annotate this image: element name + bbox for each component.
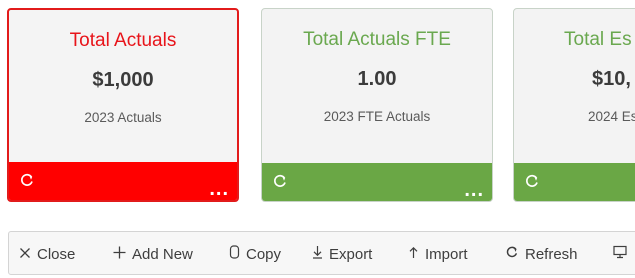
copy-label: Copy bbox=[246, 245, 282, 263]
more-options-button[interactable]: ... bbox=[209, 179, 229, 199]
card-subtitle: 2024 Est bbox=[588, 109, 635, 124]
refresh-icon[interactable] bbox=[272, 173, 288, 189]
plus-icon bbox=[113, 246, 132, 263]
close-button[interactable]: Close bbox=[19, 232, 75, 276]
card-footer: ... bbox=[9, 162, 237, 200]
refresh-icon bbox=[505, 245, 525, 263]
card-value: 1.00 bbox=[357, 68, 397, 90]
kpi-card-total-actuals[interactable]: Total Actuals $1,000 2023 Actuals ... bbox=[7, 8, 239, 202]
import-label: Import bbox=[425, 245, 468, 263]
action-toolbar: Close Add New Copy Export Import Refresh bbox=[8, 231, 635, 275]
close-label: Close bbox=[37, 245, 76, 263]
add-new-button[interactable]: Add New bbox=[113, 232, 193, 276]
kpi-card-total-actuals-fte[interactable]: Total Actuals FTE 1.00 2023 FTE Actuals … bbox=[261, 8, 493, 202]
copy-icon bbox=[229, 245, 246, 263]
card-value: $1,000 bbox=[92, 69, 154, 91]
export-button[interactable]: Export bbox=[312, 232, 372, 276]
refresh-icon[interactable] bbox=[19, 172, 35, 188]
card-subtitle: 2023 Actuals bbox=[84, 110, 162, 125]
card-value: $10, bbox=[592, 68, 631, 90]
card-title: Total Es bbox=[564, 29, 632, 50]
export-label: Export bbox=[329, 245, 373, 263]
add-new-label: Add New bbox=[132, 245, 193, 263]
import-button[interactable]: Import bbox=[408, 232, 468, 276]
card-title: Total Actuals FTE bbox=[303, 29, 451, 50]
copy-button[interactable]: Copy bbox=[229, 232, 281, 276]
close-icon bbox=[19, 246, 37, 263]
dashboard-stage: Total Actuals $1,000 2023 Actuals ... To… bbox=[0, 0, 635, 278]
refresh-label: Refresh bbox=[525, 245, 578, 263]
screen-button[interactable] bbox=[613, 232, 633, 276]
download-icon bbox=[312, 245, 329, 263]
more-options-button[interactable]: ... bbox=[464, 180, 484, 200]
monitor-icon bbox=[613, 245, 633, 263]
refresh-icon[interactable] bbox=[524, 173, 540, 189]
card-title: Total Actuals bbox=[69, 30, 177, 51]
card-footer: ... bbox=[262, 163, 492, 201]
upload-icon bbox=[408, 245, 425, 263]
card-footer bbox=[514, 163, 635, 201]
card-subtitle: 2023 FTE Actuals bbox=[323, 109, 431, 124]
kpi-card-total-estimate[interactable]: Total Es $10, 2024 Est bbox=[513, 8, 635, 202]
refresh-button[interactable]: Refresh bbox=[505, 232, 578, 276]
